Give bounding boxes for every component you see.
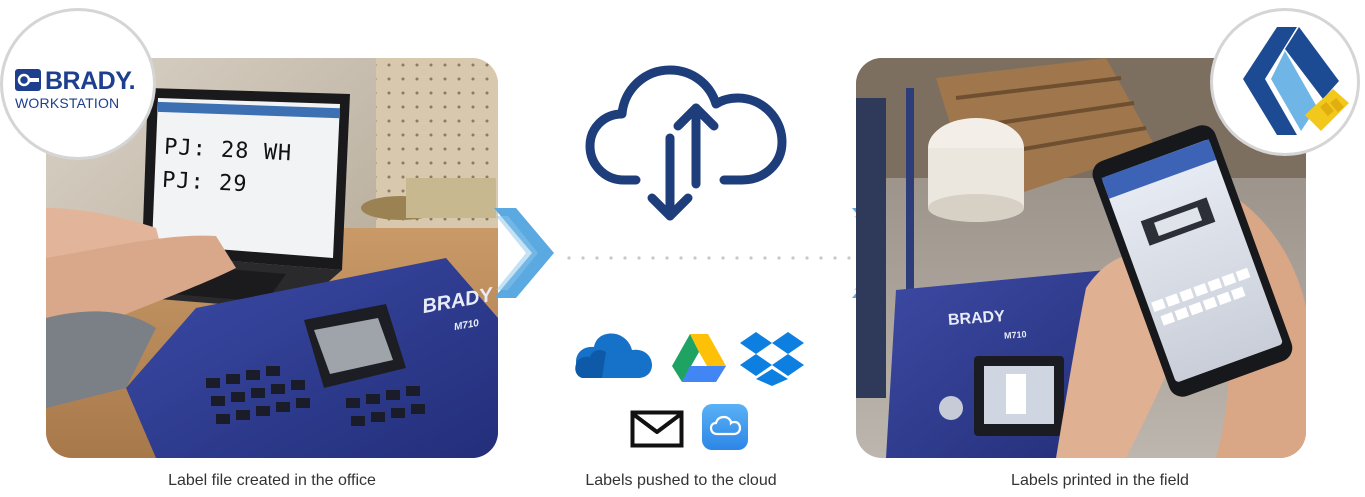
icloud-icon[interactable] xyxy=(702,404,748,450)
mobile-app-logo-badge xyxy=(1210,8,1360,156)
cloud-sync-icon xyxy=(585,65,787,221)
dropbox-icon[interactable] xyxy=(740,330,804,386)
left-chevron-arrow-icon xyxy=(494,208,554,298)
brady-logo-icon xyxy=(15,69,41,91)
app-logo-icon xyxy=(1243,27,1349,135)
onedrive-icon[interactable] xyxy=(572,330,656,382)
dotted-connector-line xyxy=(567,256,851,260)
laptop-screen-line-2: PJ: 29 xyxy=(161,167,249,198)
workstation-wordmark: WORKSTATION xyxy=(15,95,120,111)
email-icon[interactable] xyxy=(630,410,684,448)
caption-field: Labels printed in the field xyxy=(1011,472,1189,489)
google-drive-icon[interactable] xyxy=(672,332,726,382)
brady-workstation-logo-badge: BRADY. WORKSTATION xyxy=(0,8,156,160)
caption-cloud: Labels pushed to the cloud xyxy=(585,472,777,489)
printer-model-label-right: M710 xyxy=(1003,329,1027,341)
caption-office: Label file created in the office xyxy=(168,472,376,489)
brady-wordmark: BRADY. xyxy=(45,67,136,95)
